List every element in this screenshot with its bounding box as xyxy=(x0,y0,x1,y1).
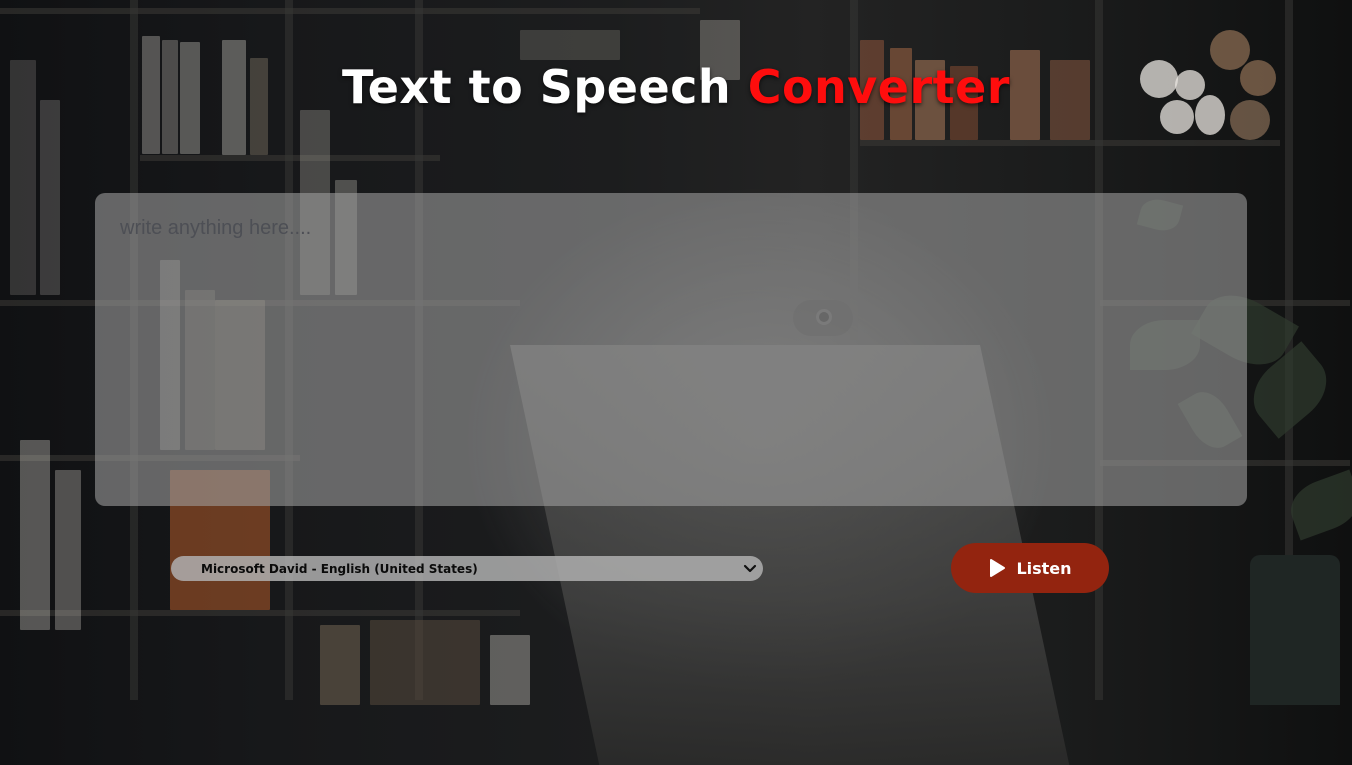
chevron-down-icon xyxy=(737,556,763,581)
page-title: Text to Speech Converter xyxy=(0,60,1352,114)
voice-select[interactable]: Microsoft David - English (United States… xyxy=(171,556,763,581)
title-main-text: Text to Speech xyxy=(341,60,748,114)
title-accent-text: Converter xyxy=(747,60,1011,114)
listen-button[interactable]: Listen xyxy=(951,543,1109,593)
voice-select-value: Microsoft David - English (United States… xyxy=(201,561,478,576)
text-input[interactable] xyxy=(95,193,1247,506)
listen-button-label: Listen xyxy=(1016,558,1072,578)
play-icon xyxy=(988,558,1006,578)
